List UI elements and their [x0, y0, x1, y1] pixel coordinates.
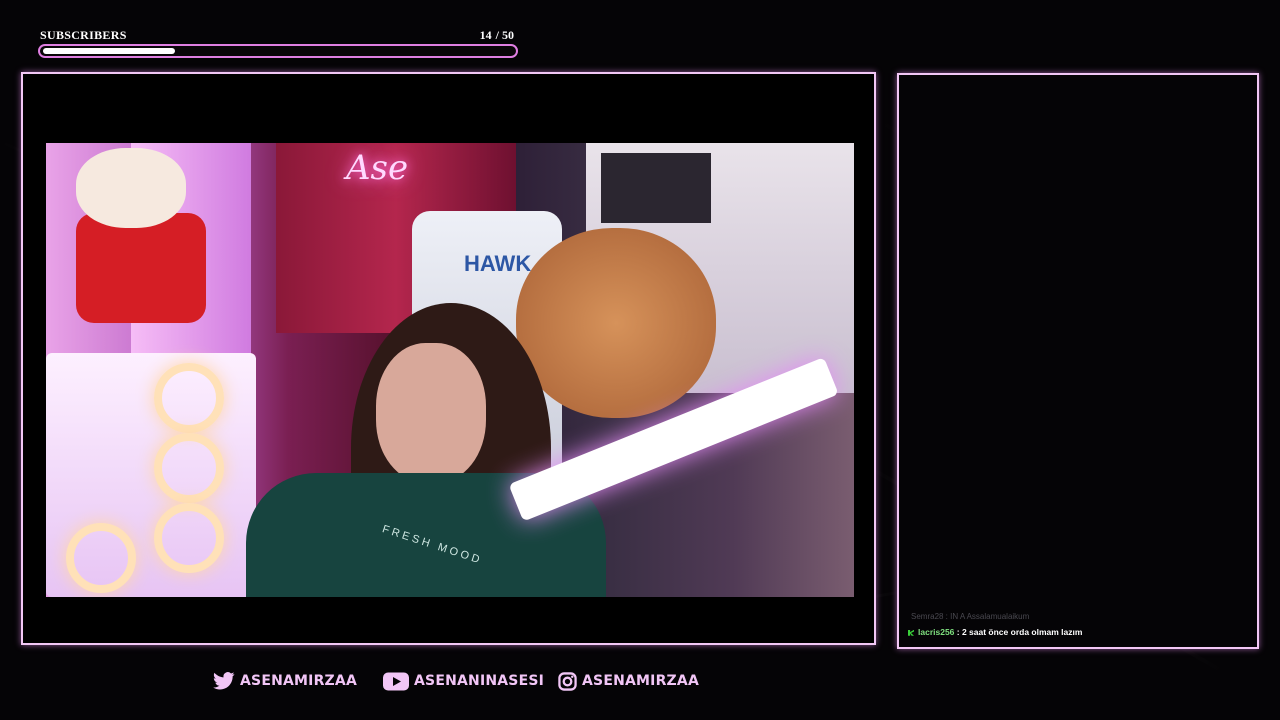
social-handle: ASENAMIRZAA: [240, 673, 357, 689]
instagram-icon: [558, 671, 577, 691]
video-neon-sign: Ase: [346, 148, 409, 188]
social-youtube: ASENANINASESI: [383, 670, 544, 692]
video-pc-fan: [154, 433, 224, 503]
moderator-badge-icon: [908, 629, 914, 636]
webcam-video: HAWK FRESH MOOD Ase: [46, 143, 854, 597]
video-pc-fan: [154, 503, 224, 573]
goal-target: / 50: [495, 28, 514, 42]
social-handle: ASENAMIRZAA: [582, 673, 699, 689]
chat-message-faded: Semra28 : IN A Assalamualaikum: [911, 612, 1030, 621]
goal-title: SUBSCRIBERS: [40, 28, 127, 42]
chat-text: : 2 saat önce orda olmam lazım: [954, 627, 1083, 637]
video-santa-plush: [76, 213, 206, 323]
subscriber-goal: SUBSCRIBERS 14/ 50: [38, 27, 522, 63]
video-reindeer-plush: [516, 228, 716, 418]
video-santa-head: [76, 148, 186, 228]
twitter-icon: [213, 672, 235, 690]
goal-progress-bar: [38, 44, 518, 58]
goal-progress-fill: [43, 48, 175, 54]
video-pc-fan: [154, 363, 224, 433]
video-chair-brand: HAWK: [464, 251, 532, 276]
chat-panel: Semra28 : IN A Assalamualaikum lacris256…: [897, 73, 1259, 649]
youtube-icon: [383, 672, 409, 690]
video-pc-fan: [66, 523, 136, 593]
goal-current: 14: [479, 28, 492, 42]
video-shelf-compartment: [601, 153, 711, 223]
video-person-face: [376, 343, 486, 483]
goal-count: 14/ 50: [480, 28, 514, 43]
social-instagram: ASENAMIRZAA: [558, 670, 699, 692]
chat-message: lacris256 : 2 saat önce orda olmam lazım: [908, 627, 1082, 637]
chat-username: lacris256: [918, 627, 955, 637]
social-twitter: ASENAMIRZAA: [213, 670, 357, 692]
social-handle: ASENANINASESI: [414, 673, 545, 689]
